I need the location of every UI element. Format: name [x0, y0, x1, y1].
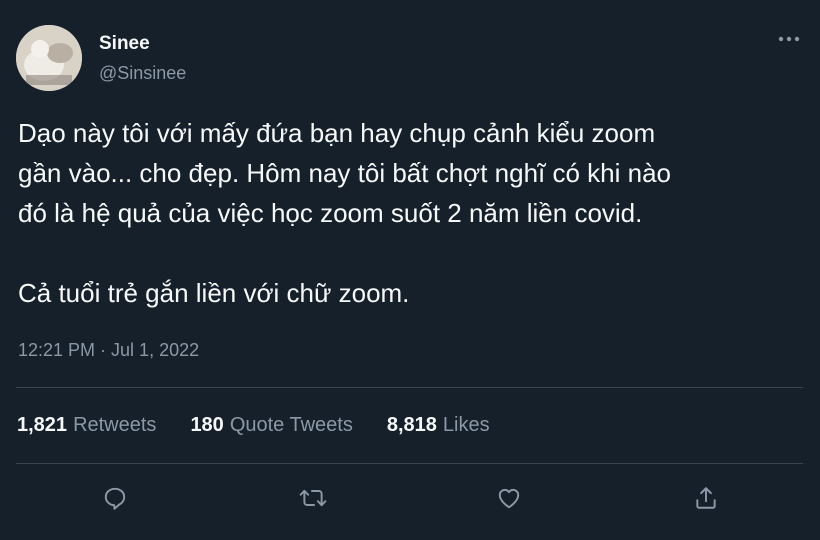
like-button[interactable]	[491, 480, 527, 516]
retweet-icon	[299, 489, 327, 507]
more-horizontal-icon	[778, 36, 800, 42]
avatar-image	[16, 25, 82, 91]
quote-tweets-count: 180	[190, 414, 224, 436]
share-icon	[696, 487, 716, 509]
quote-tweets-label: Quote Tweets	[229, 414, 353, 436]
retweets-stat[interactable]: 1,821 Retweets	[17, 414, 156, 437]
heart-icon	[498, 488, 520, 509]
reply-bubble-icon	[104, 487, 126, 510]
user-handle[interactable]: @Sinsinee	[99, 63, 186, 84]
retweets-label: Retweets	[73, 414, 157, 436]
reply-button[interactable]	[97, 480, 133, 516]
likes-label: Likes	[442, 414, 490, 436]
more-options-button[interactable]	[772, 26, 806, 52]
retweet-button[interactable]	[295, 480, 331, 516]
quote-tweets-stat[interactable]: 180 Quote Tweets	[190, 414, 352, 437]
share-button[interactable]	[688, 480, 724, 516]
engagement-stats: 1,821 Retweets 180 Quote Tweets 8,818 Likes	[17, 414, 524, 444]
tweet-card: Sinee @Sinsinee Dạo này tôi với mấy đứa …	[0, 0, 820, 540]
divider	[16, 463, 803, 464]
tweet-text: Dạo này tôi với mấy đứa bạn hay chụp cản…	[18, 118, 672, 308]
likes-stat[interactable]: 8,818 Likes	[387, 414, 490, 437]
likes-count: 8,818	[386, 414, 437, 436]
avatar[interactable]	[16, 25, 82, 91]
display-name[interactable]: Sinee	[99, 33, 150, 55]
tweet-timestamp[interactable]: 12:21 PM · Jul 1, 2022	[18, 340, 199, 361]
retweets-count: 1,821	[17, 414, 68, 436]
divider	[16, 387, 803, 388]
